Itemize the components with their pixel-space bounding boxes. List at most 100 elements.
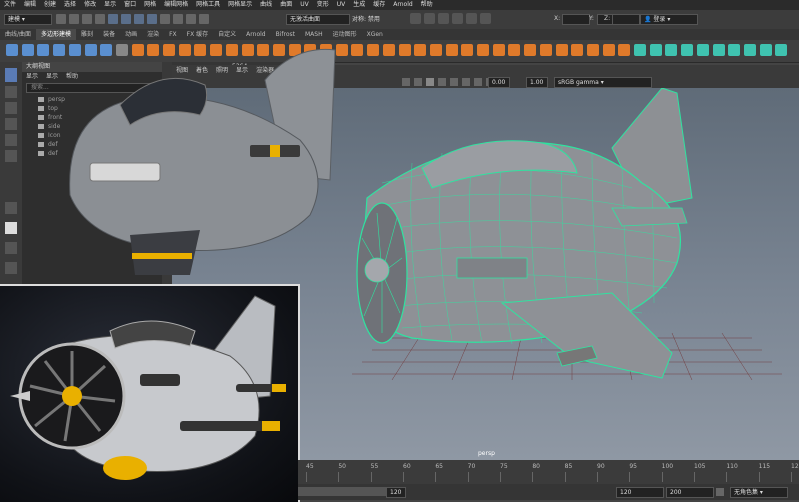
shelf-tool-icon[interactable] bbox=[414, 44, 427, 56]
menu-item[interactable]: 网格显示 bbox=[224, 0, 256, 10]
shelf-tool-icon[interactable] bbox=[728, 44, 741, 56]
redo-icon[interactable] bbox=[95, 14, 105, 24]
shelf-tab[interactable]: 自定义 bbox=[213, 29, 241, 40]
edge-mode-icon[interactable] bbox=[134, 14, 144, 24]
shelf-tool-icon[interactable] bbox=[21, 44, 34, 56]
shelf-tool-icon[interactable] bbox=[367, 44, 380, 56]
shelf-tool-icon[interactable] bbox=[6, 44, 18, 56]
shelf-tab[interactable]: 曲线/曲面 bbox=[0, 29, 36, 40]
login-button[interactable]: 👤 登录 ▾ bbox=[640, 14, 698, 25]
menu-item[interactable]: 变形 bbox=[313, 0, 333, 10]
menu-item[interactable]: 显示 bbox=[100, 0, 120, 10]
shelf-tool-icon[interactable] bbox=[461, 44, 474, 56]
face-mode-icon[interactable] bbox=[147, 14, 157, 24]
shelf-tool-icon[interactable] bbox=[351, 44, 364, 56]
shelf-tool-icon[interactable] bbox=[712, 44, 725, 56]
colorspace-select[interactable]: sRGB gamma ▾ bbox=[554, 77, 652, 88]
shelf-tab[interactable]: 雕刻 bbox=[76, 29, 98, 40]
arnold-icon[interactable] bbox=[466, 13, 477, 24]
menu-item[interactable]: 曲面 bbox=[276, 0, 296, 10]
layout-side-icon[interactable] bbox=[5, 242, 17, 254]
snap-point-icon[interactable] bbox=[186, 14, 196, 24]
shelf-tool-icon[interactable] bbox=[429, 44, 442, 56]
shelf-tab[interactable]: XGen bbox=[362, 29, 388, 40]
shelf-tool-icon[interactable] bbox=[37, 44, 50, 56]
snap-curve-icon[interactable] bbox=[173, 14, 183, 24]
select-tool-icon[interactable] bbox=[5, 68, 17, 82]
menu-item[interactable]: 编辑网格 bbox=[160, 0, 192, 10]
folder-icon[interactable] bbox=[56, 14, 66, 24]
menu-item[interactable]: 文件 bbox=[0, 0, 20, 10]
undo-icon[interactable] bbox=[82, 14, 92, 24]
shelf-tool-icon[interactable] bbox=[555, 44, 568, 56]
shelf-tool-icon[interactable] bbox=[618, 44, 631, 56]
lights-icon[interactable] bbox=[450, 78, 458, 86]
shelf-tool-icon[interactable] bbox=[492, 44, 505, 56]
range-start2-field[interactable]: 120 bbox=[616, 487, 664, 498]
shelf-tool-icon[interactable] bbox=[649, 44, 662, 56]
save-icon[interactable] bbox=[69, 14, 79, 24]
shelf-tab[interactable]: MASH bbox=[300, 29, 328, 40]
shelf-tool-icon[interactable] bbox=[398, 44, 411, 56]
menu-item[interactable]: 创建 bbox=[40, 0, 60, 10]
move-tool-icon[interactable] bbox=[5, 118, 17, 130]
range-end2-field[interactable]: 200 bbox=[666, 487, 714, 498]
z-field[interactable] bbox=[612, 14, 640, 25]
range-end-field[interactable]: 120 bbox=[386, 487, 406, 498]
menu-item[interactable]: 帮助 bbox=[417, 0, 437, 10]
shadows-icon[interactable] bbox=[462, 78, 470, 86]
shelf-tab[interactable]: 多边形建模 bbox=[36, 29, 77, 40]
render-icon[interactable] bbox=[410, 13, 421, 24]
menu-item[interactable]: 网格工具 bbox=[192, 0, 224, 10]
select-mode-icon[interactable] bbox=[108, 14, 118, 24]
shelf-tool-icon[interactable] bbox=[524, 44, 537, 56]
shelf-tool-icon[interactable] bbox=[759, 44, 772, 56]
shelf-tool-icon[interactable] bbox=[743, 44, 756, 56]
shelf-tab[interactable]: FX bbox=[164, 29, 182, 40]
gamma-field[interactable]: 1.00 bbox=[526, 77, 548, 88]
shelf-tool-icon[interactable] bbox=[571, 44, 584, 56]
character-set-select[interactable]: 无角色集 ▾ bbox=[730, 487, 788, 498]
shelf-tool-icon[interactable] bbox=[681, 44, 694, 56]
x-field[interactable] bbox=[562, 14, 590, 25]
shelf-tool-icon[interactable] bbox=[602, 44, 615, 56]
object-field[interactable]: 无激活曲面 bbox=[286, 14, 350, 25]
lasso-tool-icon[interactable] bbox=[5, 86, 17, 98]
shelf-tool-icon[interactable] bbox=[508, 44, 521, 56]
shelf-tab[interactable]: Bifrost bbox=[271, 29, 300, 40]
shelf-tab[interactable]: FX 缓存 bbox=[182, 29, 213, 40]
outliner-menu-item[interactable]: 显示 bbox=[22, 72, 42, 81]
shelf-tool-icon[interactable] bbox=[696, 44, 709, 56]
menu-item[interactable]: 缓存 bbox=[369, 0, 389, 10]
exposure-field[interactable]: 0.00 bbox=[488, 77, 510, 88]
menu-item[interactable]: 曲线 bbox=[256, 0, 276, 10]
smooth-shade-icon[interactable] bbox=[426, 78, 434, 86]
menu-item[interactable]: 生成 bbox=[349, 0, 369, 10]
menu-item[interactable]: 编辑 bbox=[20, 0, 40, 10]
symmetry-label[interactable]: 对称: 禁用 bbox=[352, 14, 380, 25]
layout-single-icon[interactable] bbox=[5, 202, 17, 214]
menu-item[interactable]: 修改 bbox=[80, 0, 100, 10]
menu-item[interactable]: UV bbox=[333, 0, 350, 10]
shelf-tool-icon[interactable] bbox=[586, 44, 599, 56]
layout-four-icon[interactable] bbox=[5, 222, 17, 234]
rotate-tool-icon[interactable] bbox=[5, 134, 17, 146]
hypershade-icon[interactable] bbox=[438, 13, 449, 24]
menu-item[interactable]: 选择 bbox=[60, 0, 80, 10]
snap-grid-icon[interactable] bbox=[160, 14, 170, 24]
shelf-tab[interactable]: 渲染 bbox=[142, 29, 164, 40]
magnet-icon[interactable] bbox=[199, 14, 209, 24]
shelf-tool-icon[interactable] bbox=[477, 44, 489, 56]
shelf-tool-icon[interactable] bbox=[634, 44, 646, 56]
menu-item[interactable]: 网格 bbox=[140, 0, 160, 10]
playblast-icon[interactable] bbox=[480, 13, 491, 24]
paint-select-icon[interactable] bbox=[5, 102, 17, 114]
render-settings-icon[interactable] bbox=[452, 13, 463, 24]
mode-select[interactable]: 建模 ▾ bbox=[4, 14, 52, 25]
textured-icon[interactable] bbox=[438, 78, 446, 86]
ao-icon[interactable] bbox=[474, 78, 482, 86]
shelf-tab[interactable]: 动画 bbox=[120, 29, 142, 40]
scale-tool-icon[interactable] bbox=[5, 150, 17, 162]
layout-outliner-icon[interactable] bbox=[5, 262, 17, 274]
camera-icon[interactable] bbox=[402, 78, 410, 86]
